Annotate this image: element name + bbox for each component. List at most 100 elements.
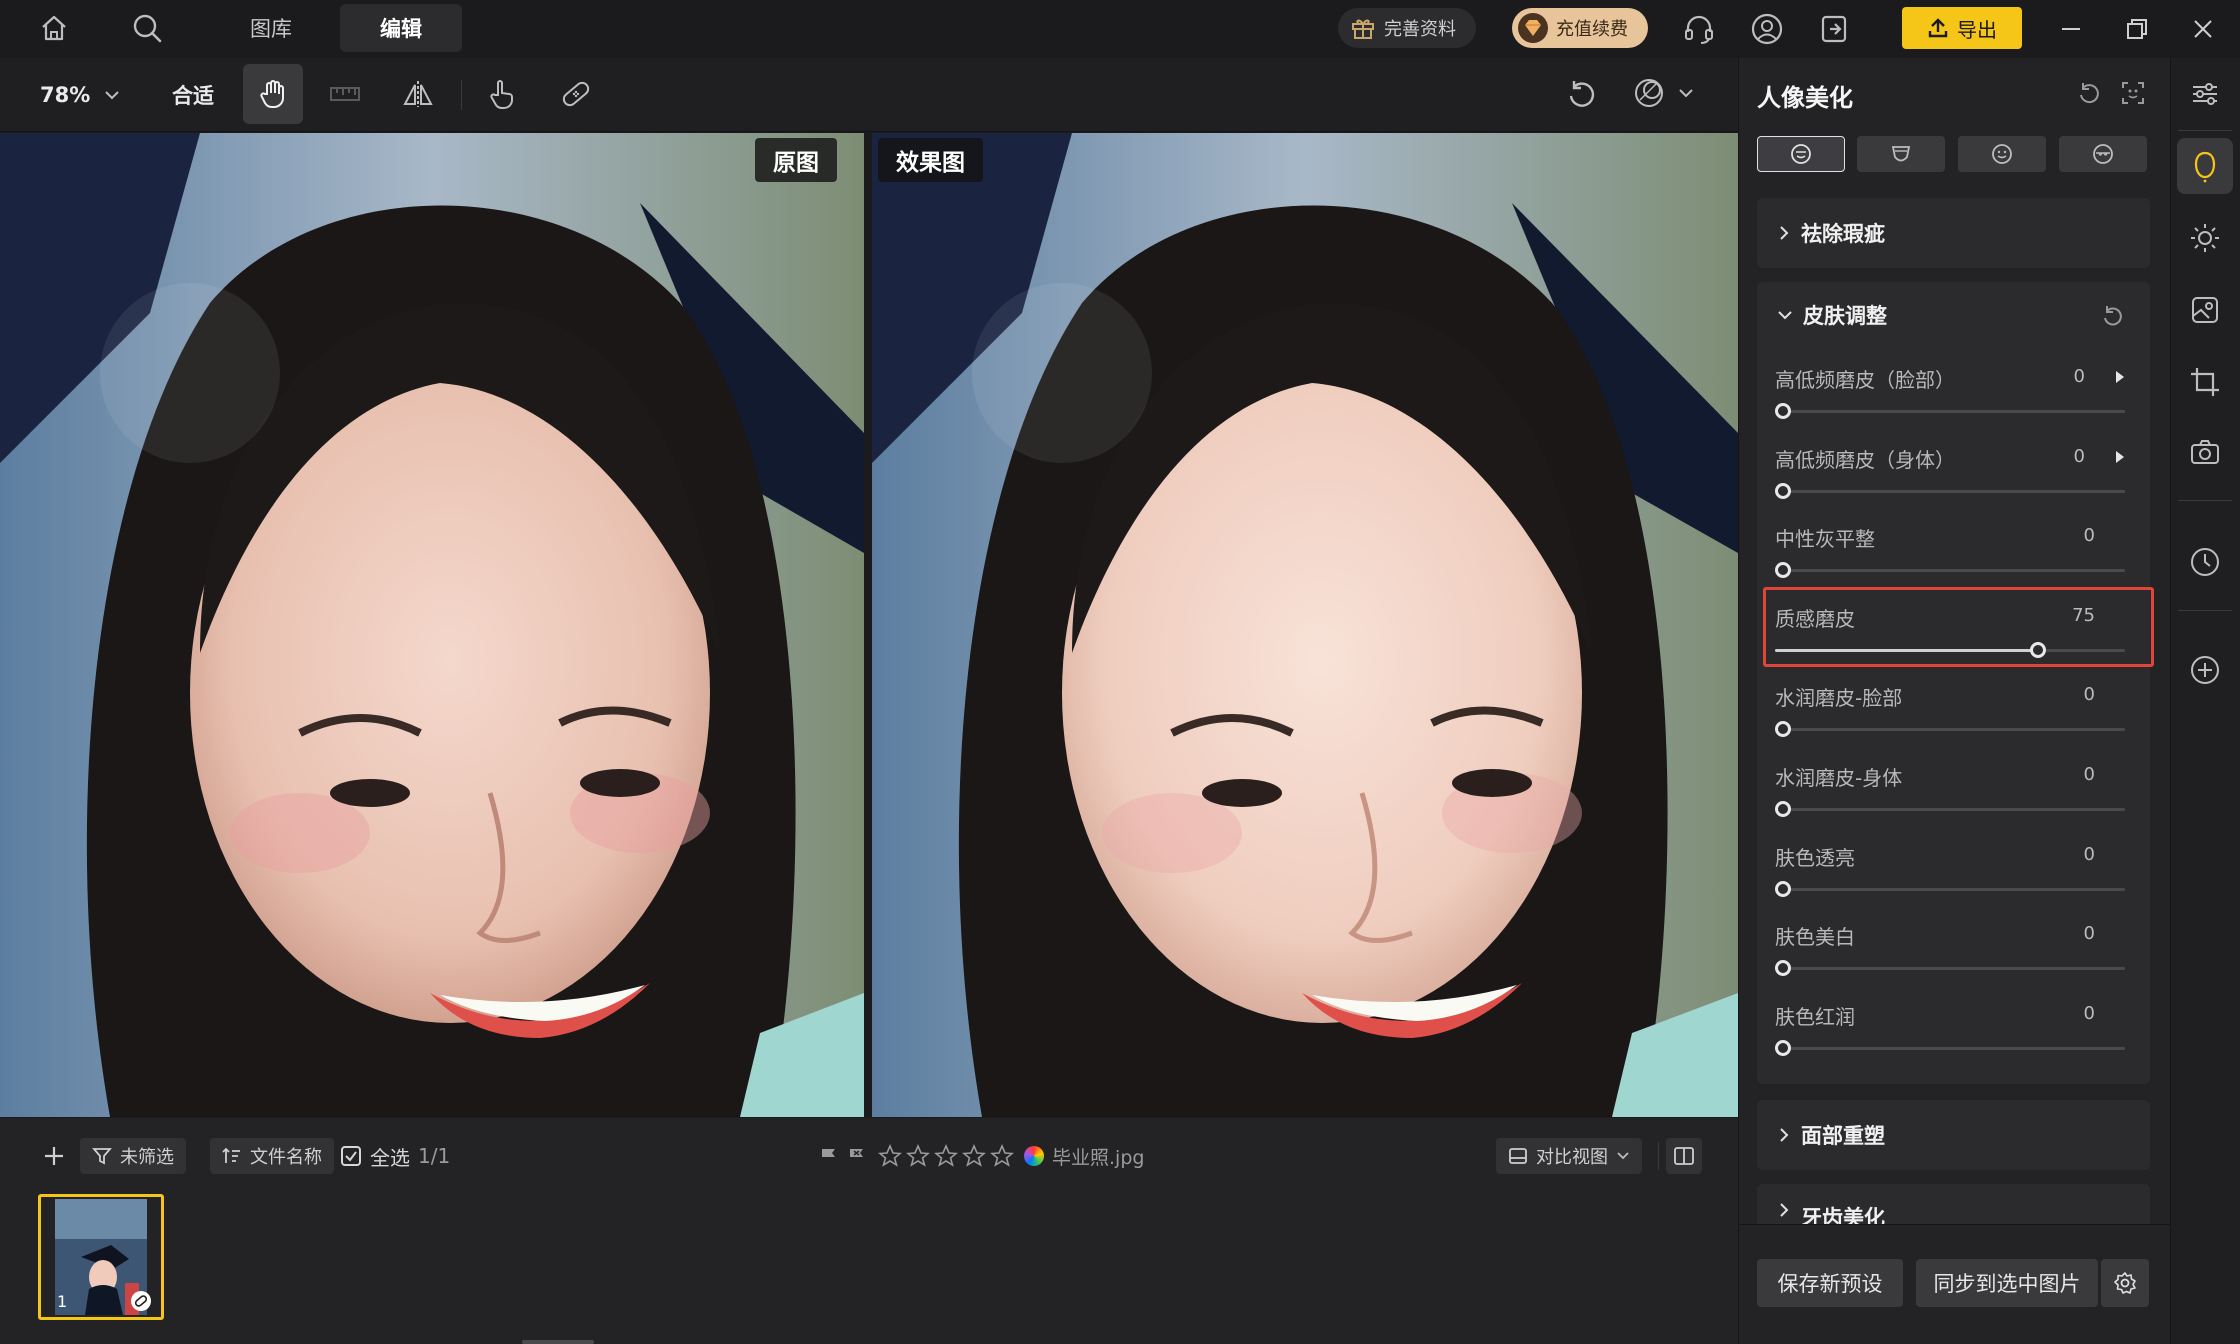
- home-icon[interactable]: [38, 12, 70, 44]
- select-all-checkbox[interactable]: 全选 1/1: [340, 1138, 450, 1174]
- slider-knob[interactable]: [1775, 801, 1791, 817]
- hand-tool[interactable]: [243, 64, 303, 124]
- tab-makeup[interactable]: [2059, 136, 2147, 172]
- rail-color[interactable]: [2177, 282, 2233, 338]
- filter-button[interactable]: 未筛选: [80, 1138, 186, 1174]
- sort-label: 文件名称: [250, 1147, 322, 1168]
- star-icon[interactable]: [878, 1144, 902, 1168]
- slider-value[interactable]: 0: [2055, 844, 2095, 865]
- reject-flag-icon[interactable]: [846, 1145, 868, 1167]
- slider-knob[interactable]: [1775, 403, 1791, 419]
- slider-knob[interactable]: [1775, 1040, 1791, 1056]
- section-face-reshape[interactable]: 面部重塑: [1757, 1100, 2150, 1170]
- slider-knob[interactable]: [1775, 960, 1791, 976]
- headset-icon[interactable]: [1682, 12, 1716, 46]
- slider-knob[interactable]: [1775, 562, 1791, 578]
- tab-edit[interactable]: 编辑: [340, 4, 462, 52]
- preset-settings-button[interactable]: [2101, 1259, 2149, 1307]
- tab-library[interactable]: 图库: [210, 4, 332, 52]
- reset-panel-icon[interactable]: [2076, 80, 2102, 106]
- compare-view-dropdown[interactable]: 对比视图: [1496, 1138, 1642, 1174]
- complete-profile-button[interactable]: 完善资料: [1338, 8, 1476, 48]
- slider-track[interactable]: [1775, 888, 2125, 891]
- slider-label: 水润磨皮-脸部: [1775, 686, 1903, 710]
- section-teeth[interactable]: 牙齿美化: [1757, 1184, 2150, 1224]
- split-view-button[interactable]: [1666, 1138, 1702, 1174]
- slider-value[interactable]: 0: [2045, 366, 2085, 387]
- flag-icon[interactable]: [818, 1145, 840, 1167]
- original-image-pane[interactable]: [0, 133, 864, 1117]
- slider-track[interactable]: [1775, 490, 2125, 493]
- rail-divider: [2178, 500, 2232, 501]
- rail-add[interactable]: [2177, 642, 2233, 698]
- slider-knob[interactable]: [1775, 881, 1791, 897]
- rail-light[interactable]: [2177, 210, 2233, 266]
- slider-value[interactable]: 0: [2055, 684, 2095, 705]
- sort-button[interactable]: 文件名称: [210, 1138, 334, 1174]
- slider-value[interactable]: 0: [2055, 923, 2095, 944]
- recharge-button[interactable]: 充值续费: [1512, 8, 1648, 48]
- search-icon[interactable]: [130, 11, 164, 45]
- bandage-tool[interactable]: [546, 64, 606, 124]
- section-blemish[interactable]: 祛除瑕疵: [1757, 198, 2150, 268]
- sync-selected-button[interactable]: 同步到选中图片: [1916, 1259, 2098, 1307]
- section-blemish-title: 祛除瑕疵: [1801, 222, 1885, 246]
- undo-button[interactable]: [1552, 64, 1612, 124]
- star-icon[interactable]: [934, 1144, 958, 1168]
- minimize-icon[interactable]: [2058, 16, 2084, 42]
- slider-value[interactable]: 0: [2055, 764, 2095, 785]
- effect-label-tag: 效果图: [878, 138, 983, 182]
- add-button[interactable]: [36, 1138, 72, 1174]
- slider-row: 肤色红润 0: [1775, 991, 2130, 1061]
- color-label-icon[interactable]: [1024, 1146, 1044, 1166]
- star-icon[interactable]: [990, 1144, 1014, 1168]
- star-icon[interactable]: [906, 1144, 930, 1168]
- rail-crop[interactable]: [2177, 354, 2233, 410]
- user-avatar-icon[interactable]: [1750, 12, 1784, 46]
- fit-button[interactable]: 合适: [172, 76, 214, 114]
- slider-track[interactable]: [1775, 410, 2125, 413]
- slider-row: 水润磨皮-身体 0: [1775, 752, 2130, 822]
- flip-tool[interactable]: [388, 64, 448, 124]
- slider-track[interactable]: [1775, 967, 2125, 970]
- rating-stars[interactable]: [878, 1144, 1014, 1168]
- section-skin-header[interactable]: 皮肤调整: [1777, 298, 1887, 332]
- thumbnail[interactable]: 1: [38, 1194, 164, 1320]
- tab-facial-features[interactable]: [1958, 136, 2046, 172]
- slider-knob[interactable]: [1775, 483, 1791, 499]
- skin-face-icon: [1789, 142, 1813, 166]
- close-icon[interactable]: [2190, 16, 2216, 42]
- tab-face-shape[interactable]: [1857, 136, 1945, 172]
- original-portrait-image: [0, 133, 864, 1117]
- overlay-mode-dropdown[interactable]: [1632, 76, 1694, 110]
- save-preset-button[interactable]: 保存新预设: [1757, 1259, 1903, 1307]
- pointer-tool[interactable]: [472, 64, 532, 124]
- slider-value[interactable]: 0: [2055, 525, 2095, 546]
- slider-value[interactable]: 0: [2055, 1003, 2095, 1024]
- slider-track[interactable]: [1775, 808, 2125, 811]
- ruler-tool[interactable]: [315, 64, 375, 124]
- expand-arrow-icon[interactable]: [2115, 450, 2125, 464]
- face-detect-icon[interactable]: [2120, 80, 2146, 106]
- export-button[interactable]: 导出: [1902, 7, 2022, 49]
- rail-portrait[interactable]: [2177, 138, 2233, 194]
- tab-skin[interactable]: [1757, 136, 1845, 172]
- star-icon[interactable]: [962, 1144, 986, 1168]
- slider-track[interactable]: [1775, 728, 2125, 731]
- restore-icon[interactable]: [2124, 16, 2150, 42]
- rail-camera[interactable]: [2177, 424, 2233, 480]
- slider-row: 肤色美白 0: [1775, 911, 2130, 981]
- zoom-dropdown[interactable]: 78%: [40, 76, 120, 114]
- slider-value[interactable]: 0: [2045, 446, 2085, 467]
- toolbar-divider: [461, 80, 462, 110]
- slider-track[interactable]: [1775, 1047, 2125, 1050]
- expand-arrow-icon[interactable]: [2115, 370, 2125, 384]
- logout-icon[interactable]: [1817, 12, 1851, 46]
- strip-scrollbar[interactable]: [522, 1340, 594, 1344]
- rail-history[interactable]: [2177, 534, 2233, 590]
- rail-adjust[interactable]: [2177, 66, 2233, 122]
- reset-skin-icon[interactable]: [2101, 304, 2125, 328]
- slider-knob[interactable]: [1775, 721, 1791, 737]
- effect-image-pane[interactable]: [872, 133, 1738, 1117]
- slider-track[interactable]: [1775, 569, 2125, 572]
